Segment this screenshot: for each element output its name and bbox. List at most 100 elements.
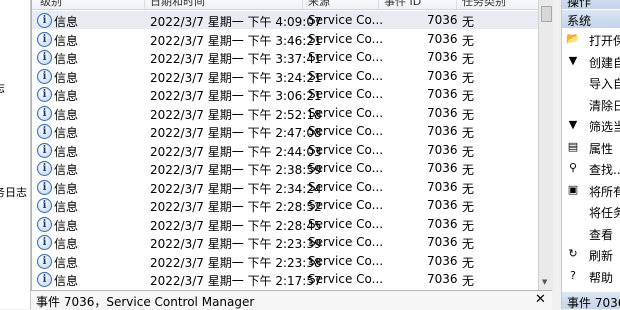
action-label: 创建自 (589, 55, 620, 70)
cell-event-id: 7036 (427, 124, 458, 138)
column-header-source[interactable]: 来源 (308, 0, 330, 9)
cell-event-id: 7036 (427, 216, 458, 231)
table-row[interactable]: i 信息 2022/3/7 星期一 下午 2:28:45 Service Co... 7… (32, 215, 539, 233)
action-item[interactable]: ▣ 将所有 (562, 181, 620, 199)
tree-fragment[interactable]: 务日志 (0, 184, 27, 200)
column-header-task[interactable]: 任务类别 (462, 0, 506, 9)
cell-source: Service Co... (308, 179, 384, 194)
cell-level: 信息 (54, 107, 79, 122)
action-item[interactable]: 导入自 (562, 73, 620, 91)
scroll-down-arrow-icon[interactable]: ▼ (542, 278, 547, 286)
action-item[interactable]: ▼ 筛选当 (562, 116, 620, 134)
cell-task: 无 (462, 33, 475, 48)
cell-date: 2022/3/7 星期一 下午 2:28:45 (150, 218, 322, 233)
action-label: 清除日 (589, 98, 620, 113)
info-icon: i (37, 272, 52, 287)
action-item[interactable]: ▼ 创建自 (562, 52, 620, 70)
column-header-level[interactable]: 级别 (40, 0, 62, 9)
action-label: 将任务 (589, 206, 620, 220)
table-row[interactable]: i 信息 2022/3/7 星期一 下午 3:06:21 Service Co... 7… (32, 85, 539, 103)
table-row[interactable]: i 信息 2022/3/7 星期一 下午 2:17:57 Service Co... 7… (32, 270, 539, 288)
cell-date: 2022/3/7 星期一 下午 2:28:52 (150, 200, 322, 214)
cell-date: 2022/3/7 星期一 下午 2:23:39 (150, 237, 322, 251)
action-item[interactable]: ? 帮助 (562, 267, 620, 285)
table-row[interactable]: i 信息 2022/3/7 星期一 下午 2:44:03 Service Co... 7… (32, 141, 539, 159)
cell-source: Service Co... (308, 253, 384, 268)
info-icon: i (37, 31, 52, 47)
action-label: 属性 (589, 141, 614, 156)
cell-event-id: 7036 (427, 179, 458, 194)
actions-section-system[interactable]: 系统 (562, 10, 620, 28)
properties-icon: ▤ (567, 139, 579, 153)
cell-task: 无 (462, 107, 475, 122)
cell-source: Service Co... (308, 68, 384, 83)
open-folder-icon: 📂 (566, 32, 580, 45)
cell-task: 无 (462, 52, 475, 66)
action-item[interactable]: ▤ 属性 (562, 138, 620, 156)
binoculars-icon: ⚲ (568, 161, 578, 174)
action-item[interactable]: ⚲ 查找... (562, 159, 620, 177)
cell-level: 信息 (54, 163, 79, 177)
cell-level: 信息 (54, 144, 79, 159)
cell-source: Service Co... (308, 31, 384, 46)
cell-level: 信息 (54, 255, 79, 270)
action-item[interactable]: 📂 打开保 (562, 30, 620, 48)
info-icon: i (37, 124, 52, 139)
table-row[interactable]: i 信息 2022/3/7 星期一 下午 2:23:39 Service Co... 7… (32, 233, 539, 251)
cell-source: Service Co... (308, 142, 384, 157)
cell-event-id: 7036 (427, 31, 458, 46)
table-row[interactable]: i 信息 2022/3/7 星期一 下午 2:52:18 Service Co... 7… (32, 104, 539, 122)
action-item[interactable]: ↻ 刷新 (562, 245, 620, 263)
action-label: 导入自 (589, 77, 620, 91)
cell-date: 2022/3/7 星期一 下午 2:52:18 (150, 107, 322, 122)
table-row[interactable]: i 信息 2022/3/7 星期一 下午 2:28:52 Service Co... 7… (32, 196, 539, 214)
cell-source: Service Co... (308, 50, 384, 64)
column-header-date[interactable]: 日期和时间 (150, 0, 205, 9)
action-item[interactable]: 查看 (562, 224, 620, 242)
info-icon: i (37, 253, 52, 269)
cell-level: 信息 (54, 274, 79, 288)
cell-task: 无 (462, 70, 475, 85)
cell-level: 信息 (54, 70, 79, 85)
action-label: 筛选当 (589, 120, 620, 134)
scrollbar-thumb[interactable] (541, 6, 552, 22)
actions-section-event[interactable]: 事件 7036 (562, 292, 620, 309)
cell-date: 2022/3/7 星期一 下午 2:23:38 (150, 255, 322, 270)
cell-date: 2022/3/7 星期一 下午 3:24:21 (150, 70, 322, 85)
cell-task: 无 (462, 181, 475, 196)
tree-fragment[interactable]: 志 (0, 80, 5, 96)
action-item[interactable]: 清除日 (562, 95, 620, 113)
cell-date: 2022/3/7 星期一 下午 2:34:24 (150, 181, 322, 196)
info-icon: i (37, 142, 52, 158)
column-header-event-id[interactable]: 事件 ID (384, 0, 421, 9)
action-item[interactable]: 将任务 (562, 202, 620, 220)
info-icon: i (37, 50, 52, 65)
table-row[interactable]: i 信息 2022/3/7 星期一 下午 2:38:59 Service Co... 7… (32, 159, 539, 177)
cell-source: Service Co... (308, 124, 384, 138)
table-row[interactable]: i 信息 2022/3/7 星期一 下午 2:47:08 Service Co... 7… (32, 122, 539, 140)
table-row[interactable]: i 信息 2022/3/7 星期一 下午 3:37:41 Service Co... 7… (32, 48, 539, 66)
cell-task: 无 (462, 89, 475, 103)
cell-task: 无 (462, 126, 475, 140)
cell-source: Service Co... (308, 272, 384, 286)
table-row[interactable]: i 信息 2022/3/7 星期一 下午 2:34:24 Service Co... 7… (32, 178, 539, 196)
info-icon: i (37, 179, 52, 195)
info-icon: i (37, 87, 52, 102)
action-label: 帮助 (589, 270, 614, 285)
action-label: 刷新 (589, 249, 614, 263)
table-row[interactable]: i 信息 2022/3/7 星期一 下午 3:46:21 Service Co... 7… (32, 30, 539, 48)
actions-header: 操作 (562, 0, 620, 9)
table-row[interactable]: i 信息 2022/3/7 星期一 下午 4:09:07 Service Co... 7… (32, 11, 539, 29)
cell-date: 2022/3/7 星期一 下午 3:06:21 (150, 89, 322, 103)
section-label: 事件 7036 (567, 296, 620, 309)
cell-event-id: 7036 (427, 253, 458, 268)
table-row[interactable]: i 信息 2022/3/7 星期一 下午 3:24:21 Service Co... 7… (32, 67, 539, 85)
vertical-scrollbar[interactable]: ▼ (538, 0, 553, 290)
table-row[interactable]: i 信息 2022/3/7 星期一 下午 2:23:38 Service Co... 7… (32, 252, 539, 270)
info-icon: i (37, 216, 52, 232)
cell-event-id: 7036 (427, 50, 458, 64)
close-icon[interactable]: ✕ (535, 292, 546, 307)
cell-event-id: 7036 (427, 68, 458, 83)
info-icon: i (37, 68, 52, 84)
filter-icon: ▼ (568, 118, 578, 131)
